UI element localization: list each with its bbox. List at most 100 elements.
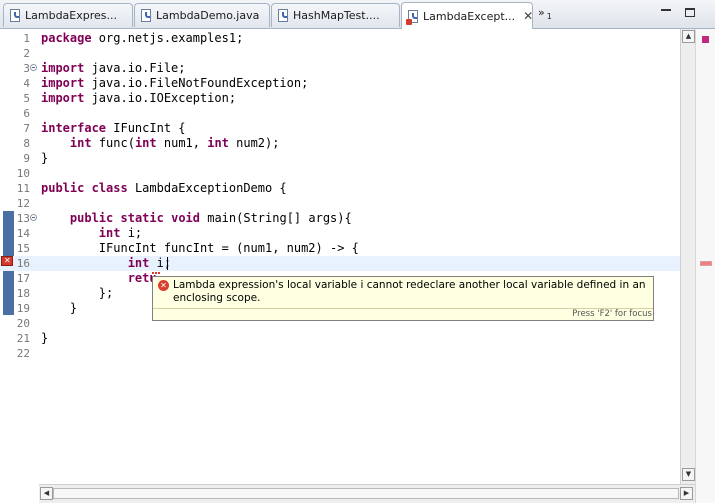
keyword: public bbox=[69, 211, 114, 225]
horizontal-scroll-thumb[interactable] bbox=[53, 488, 679, 499]
java-file-icon bbox=[10, 9, 20, 22]
java-file-icon bbox=[141, 9, 151, 22]
close-icon[interactable]: ✕ bbox=[523, 9, 532, 23]
error-location-marker[interactable] bbox=[700, 261, 712, 266]
code-line: 21 } bbox=[0, 331, 680, 346]
tab-overflow-button[interactable]: » 1 bbox=[538, 6, 552, 21]
code-line: 14 int i; bbox=[0, 226, 680, 241]
line-number: 7 bbox=[23, 122, 30, 135]
line-number: 10 bbox=[16, 167, 30, 180]
line-number: 8 bbox=[23, 137, 30, 150]
current-code-line: 16 int i; bbox=[0, 256, 680, 271]
line-number: 5 bbox=[23, 92, 30, 105]
line-number: 6 bbox=[23, 107, 30, 120]
code-text: num2); bbox=[228, 136, 280, 150]
error-squiggle bbox=[152, 270, 160, 274]
line-number: 9 bbox=[23, 152, 30, 165]
keyword: class bbox=[91, 181, 128, 195]
tab-lambda-demo[interactable]: LambdaDemo.java bbox=[134, 3, 270, 27]
code-text: java.io.File; bbox=[84, 61, 186, 75]
horizontal-scrollbar[interactable]: ◀ ▶ bbox=[39, 484, 695, 503]
code-text: main(String[] args){ bbox=[200, 211, 352, 225]
keyword: interface bbox=[41, 121, 107, 135]
scroll-up-button[interactable]: ▲ bbox=[682, 30, 695, 43]
line-number: 1 bbox=[23, 32, 30, 45]
line-number: 21 bbox=[16, 332, 30, 345]
line-number: 2 bbox=[23, 47, 30, 60]
code-line: 13 public static void main(String[] args… bbox=[0, 211, 680, 226]
keyword: int bbox=[69, 136, 92, 150]
chevron-double-right-icon: » bbox=[538, 6, 545, 19]
keyword: import bbox=[41, 61, 85, 75]
code-line: 5 import java.io.IOException; bbox=[0, 91, 680, 106]
line-number: 4 bbox=[23, 77, 30, 90]
keyword: import bbox=[41, 76, 85, 90]
tab-label: LambdaDemo.java bbox=[156, 9, 260, 22]
keyword: int bbox=[207, 136, 229, 150]
code-text: org.netjs.examples1; bbox=[91, 31, 244, 45]
keyword: int bbox=[127, 256, 150, 270]
code-line: 11 public class LambdaExceptionDemo { bbox=[0, 181, 680, 196]
line-number: 17 bbox=[16, 272, 30, 285]
maximize-button[interactable] bbox=[685, 8, 695, 17]
scroll-down-button[interactable]: ▼ bbox=[682, 468, 695, 481]
code-line: 8 int func(int num1, int num2); bbox=[0, 136, 680, 151]
editor-tab-bar: LambdaExpres... LambdaDemo.java HashMapT… bbox=[0, 0, 715, 29]
tab-lambda-expres[interactable]: LambdaExpres... bbox=[3, 3, 133, 27]
scroll-right-button[interactable]: ▶ bbox=[680, 487, 693, 500]
keyword: void bbox=[171, 211, 200, 225]
line-number: 12 bbox=[16, 197, 30, 210]
minimize-button[interactable] bbox=[661, 9, 671, 11]
java-file-icon bbox=[278, 9, 288, 22]
keyword: package bbox=[41, 31, 92, 45]
vertical-scrollbar[interactable]: ▲ ▼ bbox=[680, 29, 695, 484]
code-text: } bbox=[41, 151, 49, 165]
code-text: num1, bbox=[156, 136, 208, 150]
code-line: 4 import java.io.FileNotFoundException; bbox=[0, 76, 680, 91]
code-text: IFuncInt funcInt = (num1, num2) -> { bbox=[98, 241, 359, 255]
code-line: 22 bbox=[0, 346, 680, 361]
code-text: java.io.FileNotFoundException; bbox=[84, 76, 309, 90]
scroll-left-button[interactable]: ◀ bbox=[40, 487, 53, 500]
error-marker-icon[interactable] bbox=[1, 256, 13, 266]
keyword: import bbox=[41, 91, 85, 105]
code-line: 7 interface IFuncInt { bbox=[0, 121, 680, 136]
line-number: 15 bbox=[16, 242, 30, 255]
code-editor[interactable]: 1 package org.netjs.examples1; 2 3 impor… bbox=[0, 29, 680, 484]
tooltip-message: Lambda expression's local variable i can… bbox=[173, 279, 646, 304]
code-line: 10 bbox=[0, 166, 680, 181]
fold-toggle-icon[interactable] bbox=[30, 214, 37, 221]
keyword: static bbox=[120, 211, 164, 225]
code-text: IFuncInt { bbox=[106, 121, 186, 135]
fold-toggle-icon[interactable] bbox=[30, 64, 37, 71]
java-file-error-icon bbox=[406, 9, 418, 25]
code-line: 2 bbox=[0, 46, 680, 61]
tab-label: LambdaExpres... bbox=[25, 9, 118, 22]
line-number: 3 bbox=[23, 62, 30, 75]
code-line: 12 bbox=[0, 196, 680, 211]
line-number: 22 bbox=[16, 347, 30, 360]
code-text: } bbox=[41, 331, 49, 345]
error-summary-marker[interactable] bbox=[702, 36, 709, 43]
line-number: 18 bbox=[16, 287, 30, 300]
tab-label: LambdaExcept... bbox=[423, 9, 516, 23]
line-number: 11 bbox=[16, 182, 30, 195]
overview-ruler[interactable] bbox=[695, 29, 715, 503]
code-line: 1 package org.netjs.examples1; bbox=[0, 31, 680, 46]
code-line: 3 import java.io.File; bbox=[0, 61, 680, 76]
tab-hashmap-test[interactable]: HashMapTest.... bbox=[271, 3, 400, 27]
code-line: 6 bbox=[0, 106, 680, 121]
code-line: 9 } bbox=[0, 151, 680, 166]
keyword: int bbox=[134, 136, 157, 150]
code-text: LambdaExceptionDemo { bbox=[127, 181, 287, 195]
keyword: int bbox=[98, 226, 121, 240]
tab-lambda-exception[interactable]: LambdaExcept... ✕ bbox=[401, 2, 533, 29]
code-line: 15 IFuncInt funcInt = (num1, num2) -> { bbox=[0, 241, 680, 256]
keyword: public bbox=[41, 181, 85, 195]
